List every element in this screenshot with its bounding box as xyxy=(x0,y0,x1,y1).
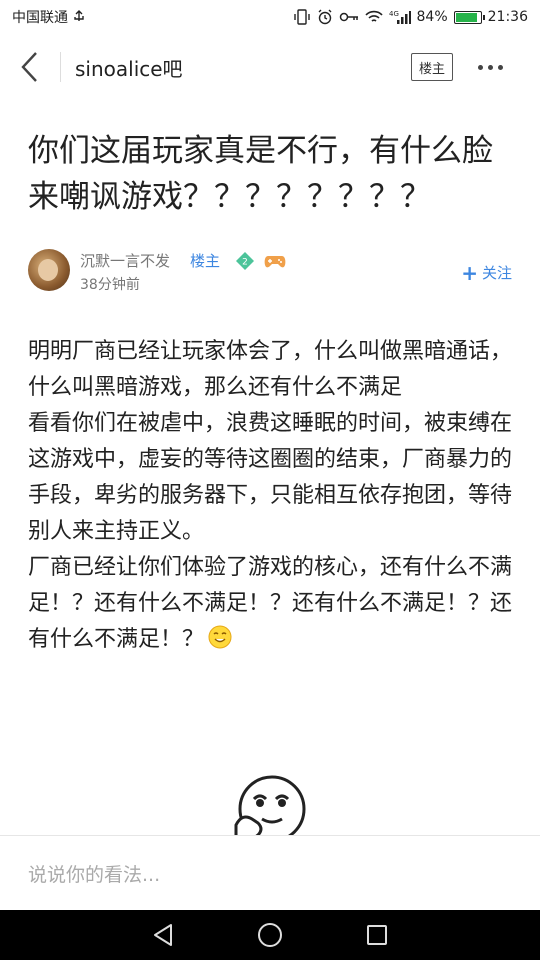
circle-home-icon xyxy=(257,923,282,947)
post-paragraph: 看看你们在被虐中，浪费这睡眠的时间，被束缚在这游戏中，虚妄的等待这圈圈的结束，厂… xyxy=(28,411,513,544)
avatar[interactable] xyxy=(28,249,70,291)
post-paragraph-text: 厂商已经让你们体验了游戏的核心，还有什么不满足！？还有什么不满足！？还有什么不满… xyxy=(28,555,513,652)
forum-title[interactable]: sinoalice吧 xyxy=(75,53,183,82)
more-dot-icon xyxy=(477,64,483,70)
carrier-label: 中国联通 xyxy=(12,10,68,26)
plus-icon: + xyxy=(461,260,478,285)
more-options-button[interactable] xyxy=(470,52,510,82)
gamepad-icon xyxy=(264,252,286,270)
triangle-back-icon xyxy=(154,924,173,946)
top-navigation: sinoalice吧 楼主 xyxy=(0,34,540,100)
thinking-face-sticker-icon xyxy=(232,773,308,835)
square-recents-icon xyxy=(366,925,387,945)
post-title: 你们这届玩家真是不行，有什么脸来嘲讽游戏？？？？？？？？ xyxy=(28,133,493,215)
more-dot-icon xyxy=(497,64,503,70)
level-badge: 2 xyxy=(234,251,256,271)
post-paragraph: 明明厂商已经让玩家体会了，什么叫做黑暗通话，什么叫黑暗游戏，那么还有什么不满足 xyxy=(28,339,513,400)
wifi-icon xyxy=(364,10,383,24)
key-icon xyxy=(339,11,359,23)
back-button[interactable] xyxy=(0,34,60,100)
follow-label: 关注 xyxy=(481,264,512,282)
more-dot-icon xyxy=(487,64,493,70)
nav-recents-button[interactable] xyxy=(357,915,397,955)
comment-input[interactable]: 说说你的看法... xyxy=(28,860,160,887)
chevron-left-icon xyxy=(21,52,37,82)
4g-signal-icon: 4G xyxy=(389,9,411,25)
nav-home-button[interactable] xyxy=(250,915,290,955)
status-bar: 中国联通 4G 84% 21:36 xyxy=(0,0,540,34)
battery-percent: 84% xyxy=(416,9,448,25)
author-name[interactable]: 沉默一言不发 xyxy=(80,250,170,271)
post-time: 38分钟前 xyxy=(80,277,140,293)
system-navigation-bar xyxy=(0,910,540,960)
header-divider xyxy=(60,52,61,82)
usb-icon xyxy=(72,10,86,24)
follow-button[interactable]: + 关注 xyxy=(461,262,512,283)
alarm-icon xyxy=(317,9,333,25)
vibrate-icon xyxy=(293,9,311,25)
svg-text:4G: 4G xyxy=(389,10,399,18)
author-row: 沉默一言不发 楼主 2 38分钟前 + 关注 xyxy=(28,249,518,295)
level-number: 2 xyxy=(242,258,248,268)
comment-bar: 说说你的看法... xyxy=(0,835,540,910)
post-paragraph: 厂商已经让你们体验了游戏的核心，还有什么不满足！？还有什么不满足！？还有什么不满… xyxy=(28,550,518,658)
clock: 21:36 xyxy=(487,9,528,25)
nav-back-button[interactable] xyxy=(143,915,183,955)
battery-icon xyxy=(453,10,485,24)
owner-only-button[interactable]: 楼主 xyxy=(411,53,453,81)
post-body: 明明厂商已经让玩家体会了，什么叫做黑暗通话，什么叫黑暗游戏，那么还有什么不满足 … xyxy=(28,334,518,658)
owner-tag: 楼主 xyxy=(190,252,221,270)
laughing-emoji-icon xyxy=(208,625,232,649)
